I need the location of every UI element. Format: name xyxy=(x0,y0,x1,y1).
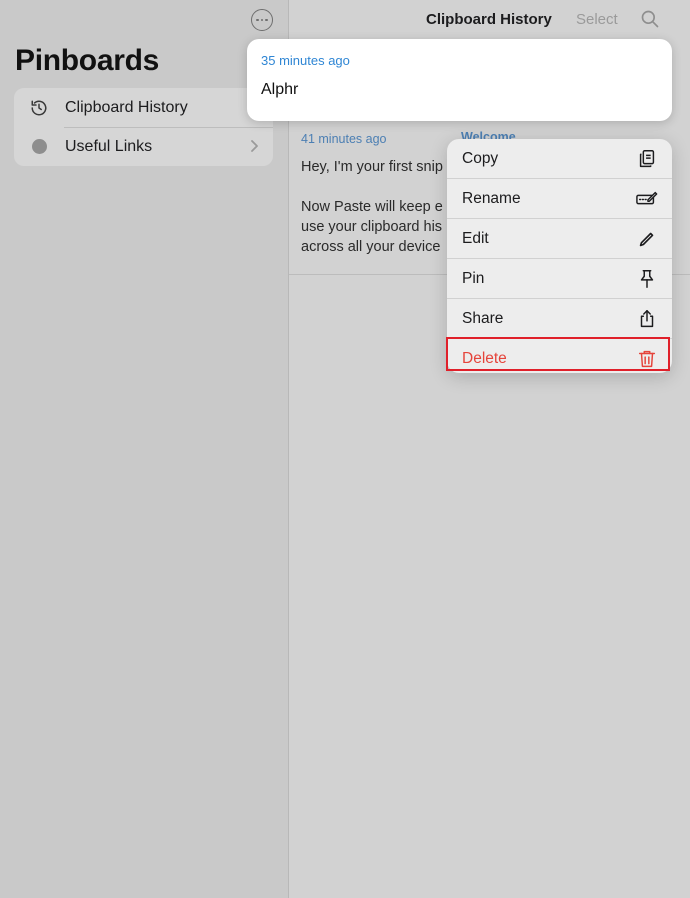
sidebar-item-label: Useful Links xyxy=(65,137,153,155)
search-icon[interactable] xyxy=(640,9,660,29)
menu-item-rename[interactable]: Rename xyxy=(447,179,672,219)
menu-item-copy[interactable]: Copy xyxy=(447,139,672,179)
menu-item-edit[interactable]: Edit xyxy=(447,219,672,259)
pinboard-list: Clipboard History Useful Links xyxy=(14,88,273,166)
trash-icon xyxy=(638,350,656,368)
clip-preview-card[interactable]: 35 minutes ago Alphr xyxy=(247,39,672,121)
menu-item-share[interactable]: Share xyxy=(447,299,672,339)
sidebar: Pinboards Clipboard History Useful Links xyxy=(0,0,289,898)
snippet-timestamp: 41 minutes ago xyxy=(301,132,387,146)
menu-item-label: Copy xyxy=(462,149,499,167)
menu-item-pin[interactable]: Pin xyxy=(447,259,672,299)
more-options-icon[interactable] xyxy=(251,9,273,31)
share-icon xyxy=(640,310,654,328)
menu-item-delete[interactable]: Delete xyxy=(447,339,672,373)
clip-text: Alphr xyxy=(261,81,299,98)
pencil-icon xyxy=(639,232,654,247)
menu-item-label: Pin xyxy=(462,269,485,287)
gray-dot-icon xyxy=(32,139,47,154)
sidebar-item-clipboard-history[interactable]: Clipboard History xyxy=(14,88,273,127)
page-title: Clipboard History xyxy=(426,11,552,28)
menu-item-label: Rename xyxy=(462,189,521,207)
menu-item-label: Delete xyxy=(462,349,507,367)
pin-icon xyxy=(640,270,654,288)
chevron-right-icon xyxy=(251,140,258,152)
rename-icon xyxy=(636,191,658,205)
sidebar-title: Pinboards xyxy=(15,44,159,77)
clip-timestamp: 35 minutes ago xyxy=(261,53,350,68)
menu-item-label: Edit xyxy=(462,229,489,247)
history-icon xyxy=(31,100,47,116)
snippet-text: Hey, I'm your first snip Now Paste will … xyxy=(301,159,443,255)
select-button[interactable]: Select xyxy=(576,11,618,28)
copy-icon xyxy=(639,150,655,168)
sidebar-item-label: Clipboard History xyxy=(65,98,188,116)
context-menu: Copy Rename Edit Pin Share Delete xyxy=(447,139,672,373)
menu-item-label: Share xyxy=(462,309,504,327)
sidebar-item-useful-links[interactable]: Useful Links xyxy=(14,127,273,166)
